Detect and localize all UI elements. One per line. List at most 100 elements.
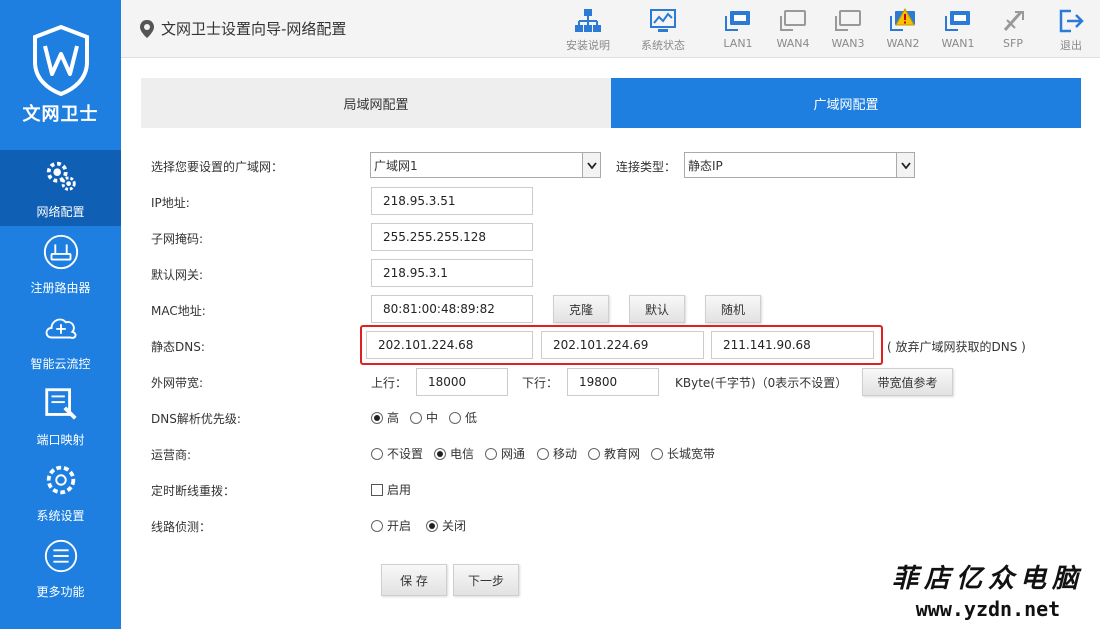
save-button[interactable]: 保 存 bbox=[381, 564, 447, 596]
radio-unchecked bbox=[371, 447, 383, 460]
chevron-down-icon bbox=[582, 153, 600, 177]
next-step-button[interactable]: 下一步 bbox=[453, 564, 519, 596]
sidebar-item-register-router[interactable]: 注册路由器 bbox=[0, 226, 121, 302]
priority-medium-radio[interactable]: 中 bbox=[410, 409, 438, 426]
logout-button[interactable]: 退出 bbox=[1041, 8, 1100, 53]
isp-label: 运营商: bbox=[151, 448, 192, 462]
priority-high-radio[interactable]: 高 bbox=[371, 409, 399, 426]
wan-select-value: 广域网1 bbox=[374, 158, 418, 173]
config-tabs: 局域网配置 广域网配置 bbox=[141, 78, 1081, 128]
logout-icon bbox=[1059, 9, 1084, 33]
radio-unchecked bbox=[588, 447, 600, 460]
isp-netcom-radio[interactable]: 网通 bbox=[485, 445, 525, 462]
shield-logo-icon bbox=[32, 24, 89, 96]
system-status-button[interactable]: 系统状态 bbox=[633, 8, 693, 53]
port-wan2-status[interactable]: WAN2 bbox=[873, 8, 933, 50]
conn-type-label: 连接类型： bbox=[616, 160, 677, 174]
radio-unchecked bbox=[651, 447, 663, 460]
redial-label: 定时断线重拨： bbox=[151, 484, 236, 498]
watermark-url: www.yzdn.net bbox=[915, 597, 1061, 621]
radio-unchecked bbox=[449, 411, 461, 424]
upload-input[interactable]: 18000 bbox=[416, 368, 508, 396]
brand-logo: 文网卫士 bbox=[0, 0, 121, 150]
sidebar: 文网卫士 网络配置 注册路由器 智能云流控 端口映射 系统设置 更多功能 bbox=[0, 0, 121, 629]
download-label: 下行： bbox=[522, 376, 559, 390]
mac-random-button[interactable]: 随机 bbox=[705, 295, 761, 323]
breadcrumb: 文网卫士设置向导-网络配置 bbox=[139, 18, 346, 39]
dns-note: ( 放弃广域网获取的DNS ) bbox=[887, 340, 1026, 354]
subnet-mask-input[interactable]: 255.255.255.128 bbox=[371, 223, 533, 251]
port-connected-icon bbox=[945, 11, 970, 31]
dns-priority-label: DNS解析优先级: bbox=[151, 412, 241, 426]
sidebar-item-label: 智能云流控 bbox=[30, 356, 91, 371]
radio-unchecked bbox=[485, 447, 497, 460]
mac-input[interactable]: 80:81:00:48:89:82 bbox=[371, 295, 533, 323]
sidebar-item-port-mapping[interactable]: 端口映射 bbox=[0, 378, 121, 454]
radio-unchecked bbox=[371, 519, 383, 532]
router-icon bbox=[43, 234, 78, 269]
dns-label: 静态DNS: bbox=[151, 340, 205, 354]
port-wan3-status[interactable]: WAN3 bbox=[818, 8, 878, 50]
radio-checked bbox=[426, 519, 438, 532]
network-tree-icon bbox=[575, 9, 601, 32]
gateway-input[interactable]: 218.95.3.1 bbox=[371, 259, 533, 287]
sidebar-item-label: 网络配置 bbox=[36, 204, 85, 219]
cloud-icon bbox=[45, 318, 76, 339]
install-guide-button[interactable]: 安装说明 bbox=[558, 8, 618, 53]
wan-select[interactable]: 广域网1 bbox=[370, 152, 601, 178]
tab-wan-config[interactable]: 广域网配置 bbox=[611, 78, 1081, 128]
detect-on-radio[interactable]: 开启 bbox=[371, 517, 411, 534]
sidebar-item-network-config[interactable]: 网络配置 bbox=[0, 150, 121, 226]
sidebar-item-system-settings[interactable]: 系统设置 bbox=[0, 454, 121, 530]
sidebar-item-more[interactable]: 更多功能 bbox=[0, 530, 121, 606]
tab-lan-config[interactable]: 局域网配置 bbox=[141, 78, 611, 128]
port-lan1-status[interactable]: LAN1 bbox=[708, 8, 768, 50]
port-sfp-status[interactable]: SFP bbox=[983, 8, 1043, 50]
download-input[interactable]: 19800 bbox=[567, 368, 659, 396]
isp-edu-radio[interactable]: 教育网 bbox=[588, 445, 640, 462]
wan-select-label: 选择您要设置的广域网： bbox=[151, 160, 284, 174]
dns1-input[interactable]: 202.101.224.68 bbox=[366, 331, 533, 359]
bandwidth-reference-button[interactable]: 带宽值参考 bbox=[862, 368, 953, 396]
mac-default-button[interactable]: 默认 bbox=[629, 295, 685, 323]
sfp-disconnected-icon bbox=[1003, 11, 1024, 31]
brand-name: 文网卫士 bbox=[22, 104, 99, 125]
chevron-down-icon bbox=[896, 153, 914, 177]
monitor-chart-icon bbox=[650, 9, 676, 32]
watermark-cn: 菲店亿众电脑 bbox=[891, 564, 1084, 594]
checkbox-unchecked bbox=[371, 483, 383, 496]
radio-checked bbox=[434, 447, 446, 460]
radio-unchecked bbox=[537, 447, 549, 460]
ip-input[interactable]: 218.95.3.51 bbox=[371, 187, 533, 215]
redial-enable-checkbox[interactable]: 启用 bbox=[371, 481, 411, 498]
port-wan1-status[interactable]: WAN1 bbox=[928, 8, 988, 50]
sidebar-item-label: 系统设置 bbox=[36, 508, 85, 523]
bandwidth-unit: KByte(千字节)（0表示不设置） bbox=[675, 376, 848, 390]
port-map-icon bbox=[44, 387, 77, 420]
isp-none-radio[interactable]: 不设置 bbox=[371, 445, 423, 462]
conn-type-select[interactable]: 静态IP bbox=[684, 152, 915, 178]
port-disconnected-icon bbox=[780, 10, 806, 31]
priority-low-radio[interactable]: 低 bbox=[449, 409, 477, 426]
conn-type-value: 静态IP bbox=[688, 158, 723, 173]
sidebar-item-label: 注册路由器 bbox=[30, 280, 91, 295]
line-detect-label: 线路侦测： bbox=[151, 520, 212, 534]
dns3-input[interactable]: 211.141.90.68 bbox=[711, 331, 874, 359]
sidebar-item-cloud-flow[interactable]: 智能云流控 bbox=[0, 302, 121, 378]
radio-checked bbox=[371, 411, 383, 424]
port-wan4-status[interactable]: WAN4 bbox=[763, 8, 823, 50]
upload-label: 上行： bbox=[371, 376, 408, 390]
dns2-input[interactable]: 202.101.224.69 bbox=[541, 331, 704, 359]
location-pin-icon bbox=[140, 19, 154, 38]
bandwidth-label: 外网带宽: bbox=[151, 376, 204, 390]
breadcrumb-text: 文网卫士设置向导-网络配置 bbox=[161, 20, 347, 38]
isp-greatwall-radio[interactable]: 长城宽带 bbox=[651, 445, 715, 462]
mask-label: 子网掩码: bbox=[151, 232, 204, 246]
radio-unchecked bbox=[410, 411, 422, 424]
isp-mobile-radio[interactable]: 移动 bbox=[537, 445, 577, 462]
isp-telecom-radio[interactable]: 电信 bbox=[434, 445, 474, 462]
sidebar-item-label: 更多功能 bbox=[36, 584, 85, 599]
mac-clone-button[interactable]: 克隆 bbox=[553, 295, 609, 323]
detect-off-radio[interactable]: 关闭 bbox=[426, 517, 466, 534]
gears-icon bbox=[46, 161, 76, 191]
